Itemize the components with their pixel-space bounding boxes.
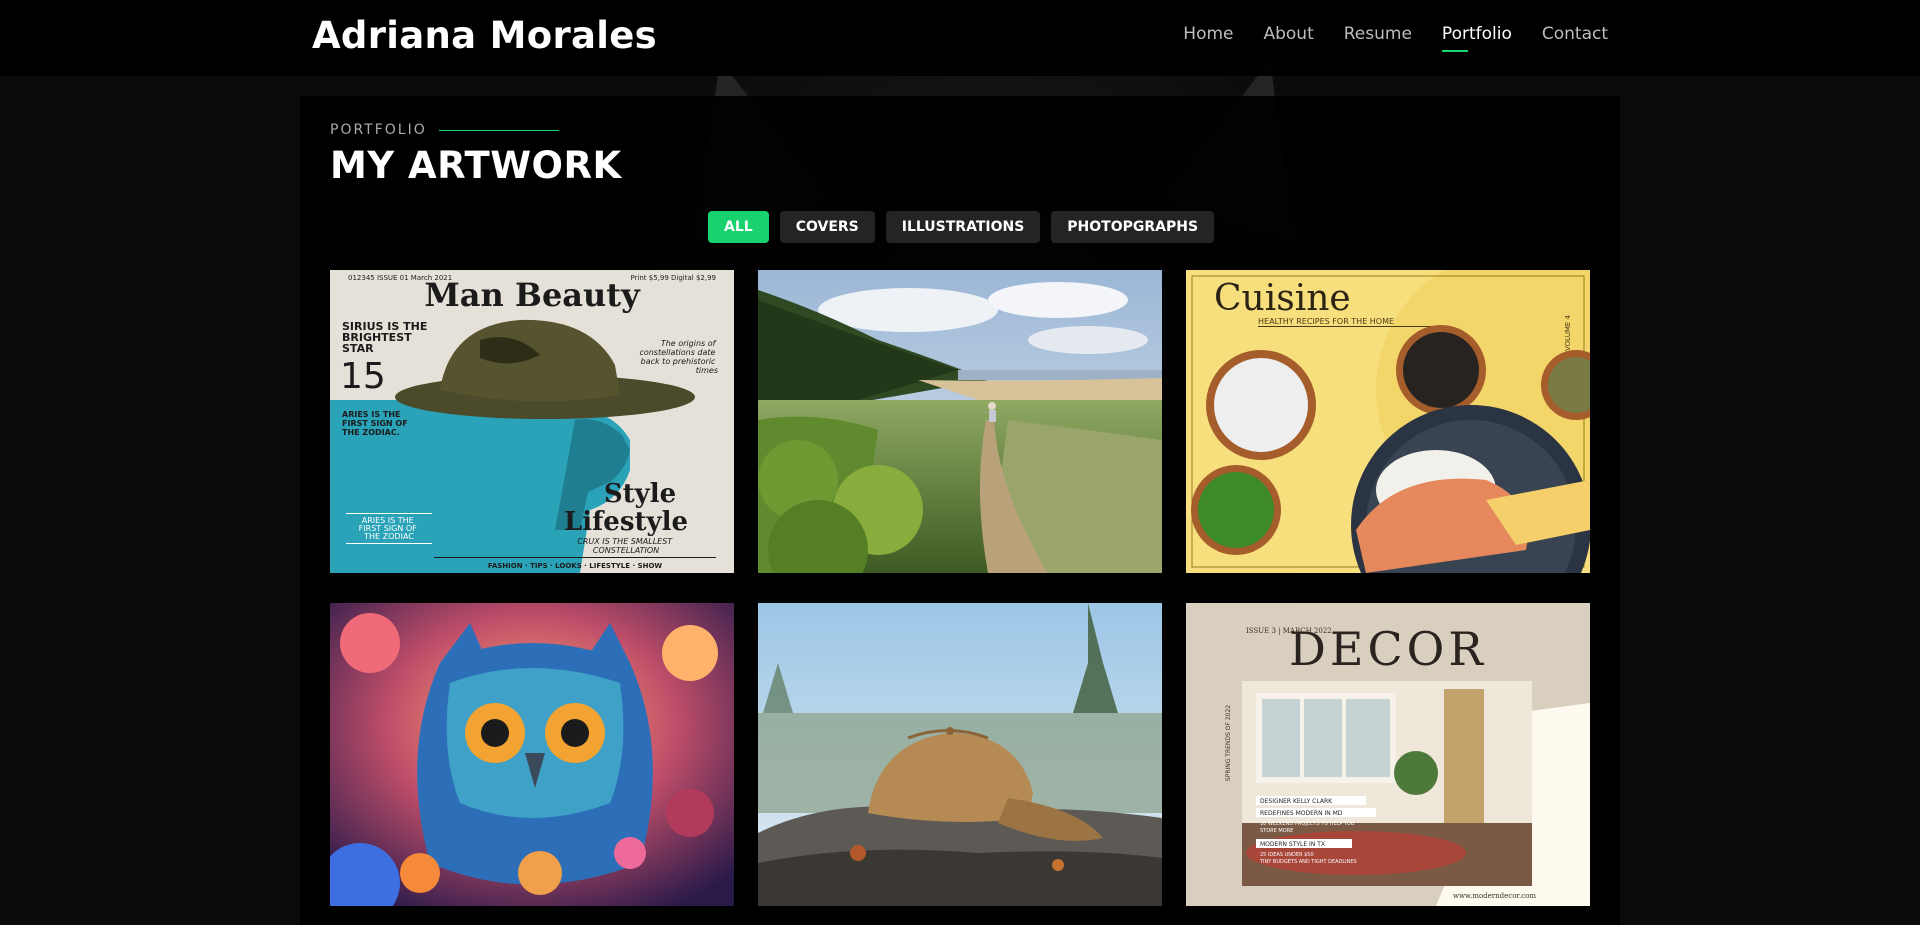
decor-line-4: TINY BUDGETS AND TIGHT DEADLINES [1259, 859, 1357, 865]
filter-all[interactable]: ALL [708, 211, 769, 243]
filter-covers[interactable]: COVERS [779, 211, 875, 243]
portfolio-item-cuisine-cover[interactable]: Cuisine HEALTHY RECIPES FOR THE HOME ISS… [1186, 270, 1590, 573]
cover-masthead: Man Beauty [424, 276, 641, 314]
decor-cover-image: ISSUE 3 | MARCH 2022 DECOR SPRING TRENDS… [1186, 603, 1590, 906]
cover-style-title-2: Lifestyle [564, 507, 688, 537]
filter-photographs[interactable]: PHOTOPGRAPHS [1051, 211, 1215, 243]
portfolio-grid: 012345 ISSUE 01 March 2021 Print $5,99 D… [330, 270, 1590, 906]
cover-box-text: ARIES IS THE FIRST SIGN OF THE ZODIAC [359, 516, 420, 541]
man-beauty-cover-image: 012345 ISSUE 01 March 2021 Print $5,99 D… [330, 270, 734, 573]
decor-url: www.moderndecor.com [1453, 892, 1536, 900]
decor-label-2: REDEFINES MODERN IN MD [1260, 810, 1343, 817]
section-label-text: PORTFOLIO [330, 122, 427, 138]
nav-home[interactable]: Home [1183, 24, 1233, 52]
portfolio-item-owl-illustration[interactable] [330, 603, 734, 906]
top-navbar: Adriana Morales Home About Resume Portfo… [0, 0, 1920, 76]
cover-number: 15 [340, 356, 386, 397]
portfolio-item-decor-cover[interactable]: ISSUE 3 | MARCH 2022 DECOR SPRING TRENDS… [1186, 603, 1590, 906]
cover-footer: FASHION · TIPS · LOOKS · LIFESTYLE · SHO… [488, 562, 663, 570]
decor-masthead: DECOR [1289, 622, 1487, 676]
cover-style-title-1: Style [604, 479, 676, 509]
nav-portfolio[interactable]: Portfolio [1441, 24, 1512, 52]
main-nav: Home About Resume Portfolio Contact [1183, 24, 1608, 52]
decor-line-3: 25 IDEAS UNDER $50 [1260, 852, 1314, 858]
portfolio-filters: ALL COVERS ILLUSTRATIONS PHOTOPGRAPHS [708, 211, 1215, 243]
portfolio-section: PORTFOLIO MY ARTWORK ALL COVERS ILLUSTRA… [300, 96, 1620, 925]
decor-line-2: STORE MORE [1260, 828, 1293, 834]
decor-line-1: 10 WEEKEND PROJECTS TO HELP YOU [1260, 821, 1355, 827]
owl-illustration-image [330, 603, 734, 906]
cap-photo-image [758, 603, 1162, 906]
portfolio-item-cap-photo[interactable] [758, 603, 1162, 906]
cover-topline-right: Print $5,99 Digital $2,99 [630, 274, 716, 282]
section-label: PORTFOLIO [330, 122, 559, 138]
cuisine-masthead: Cuisine [1214, 278, 1351, 319]
nav-resume[interactable]: Resume [1344, 24, 1412, 52]
nav-about[interactable]: About [1263, 24, 1313, 52]
section-label-line [438, 129, 559, 131]
portfolio-item-trail-photo[interactable] [758, 270, 1162, 573]
trail-photo-image [758, 270, 1162, 573]
filter-illustrations[interactable]: ILLUSTRATIONS [885, 211, 1041, 243]
portfolio-item-man-beauty-cover[interactable]: 012345 ISSUE 01 March 2021 Print $5,99 D… [330, 270, 734, 573]
nav-contact[interactable]: Contact [1542, 24, 1608, 52]
decor-label-3: MODERN STYLE IN TX [1260, 841, 1325, 848]
cuisine-cover-image: Cuisine HEALTHY RECIPES FOR THE HOME ISS… [1186, 270, 1590, 573]
cuisine-subtitle: HEALTHY RECIPES FOR THE HOME [1258, 317, 1394, 326]
decor-label-1: DESIGNER KELLY CLARK [1260, 798, 1333, 805]
section-title: MY ARTWORK [330, 144, 622, 187]
site-logo[interactable]: Adriana Morales [312, 14, 657, 57]
decor-side: SPRING TRENDS OF 2022 [1225, 705, 1232, 781]
